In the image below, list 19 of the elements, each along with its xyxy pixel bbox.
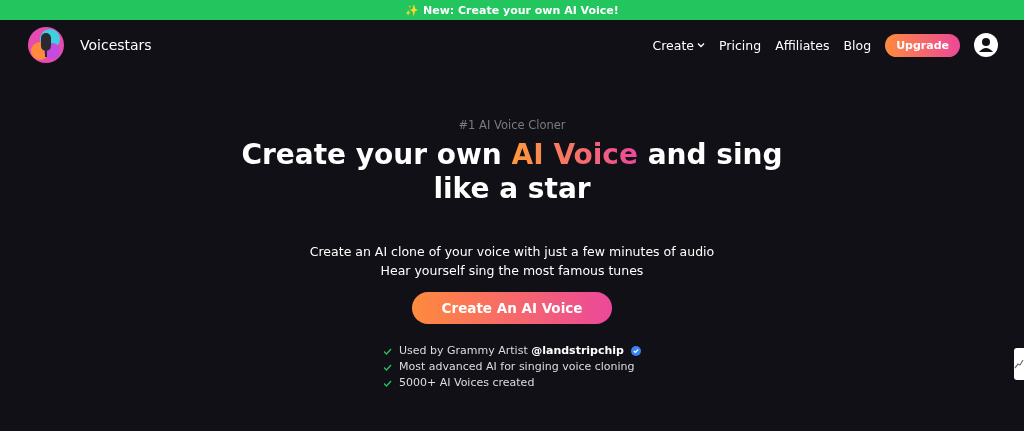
subtitle-text: Create an AI clone of your voice with just a few minutes of audio — [309, 243, 715, 261]
verified-badge-icon — [631, 346, 641, 356]
banner-text: ✨ New: Create your own AI Voice! — [405, 3, 619, 17]
user-avatar-icon[interactable] — [974, 33, 998, 57]
brand-name[interactable]: Voicestars — [80, 37, 152, 53]
eyebrow-text: #1 AI Voice Cloner — [458, 118, 566, 132]
feature-text: 5000+ AI Voices created — [399, 375, 535, 391]
squiggle-icon — [1014, 358, 1024, 370]
caret-icon — [697, 42, 705, 48]
subtitle-text: Hear yourself sing the most famous tunes — [379, 262, 645, 280]
feature-text: Most advanced AI for singing voice cloning — [399, 359, 635, 375]
feature-text: Used by Grammy Artist @landstripchip — [399, 343, 624, 359]
nav-link[interactable]: Create — [652, 37, 705, 53]
nav-link[interactable]: Pricing — [719, 37, 762, 53]
microphone-logo-icon[interactable] — [26, 25, 66, 65]
side-widget-tab[interactable] — [1014, 348, 1024, 380]
nav-link[interactable]: Blog — [843, 37, 872, 53]
hero-headline: Create your own AI Voice and sing like a star — [240, 138, 784, 206]
nav-link[interactable]: Affiliates — [775, 37, 830, 53]
